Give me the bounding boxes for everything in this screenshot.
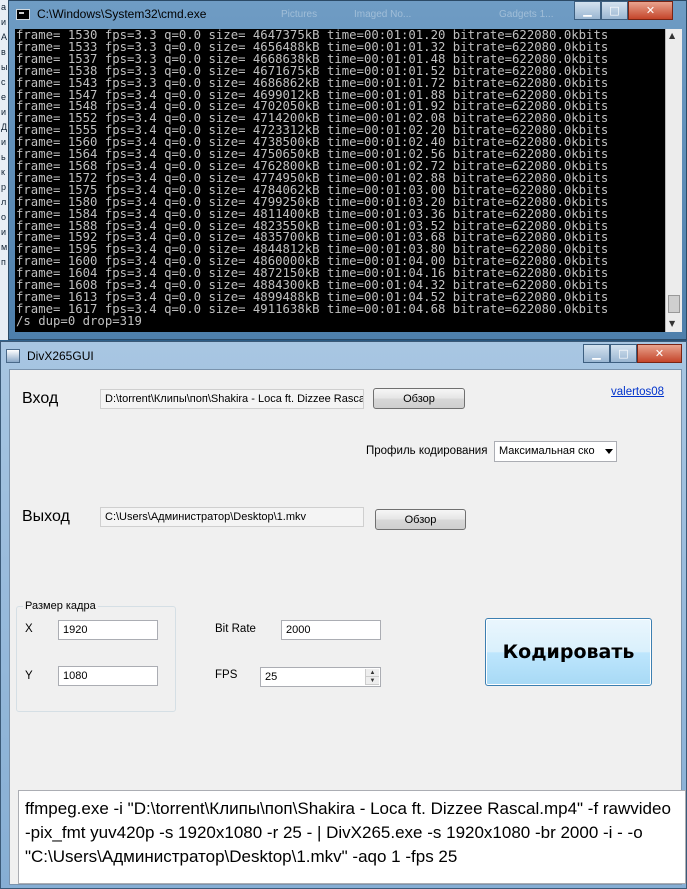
console-icon [16, 9, 30, 20]
desktop-icon-label: м [1, 242, 8, 252]
desktop-icon-strip: аиАвысеиДиькрлоимп [0, 0, 8, 340]
input-label: Вход [22, 390, 59, 407]
fps-label: FPS [215, 669, 238, 681]
maximize-icon: □ [609, 4, 620, 17]
width-input[interactable]: 1920 [58, 620, 158, 640]
y-label: Y [25, 670, 33, 682]
desktop-icon-label: л [1, 197, 7, 207]
desktop-icon-label: о [1, 212, 7, 222]
output-browse-button[interactable]: Обзор [375, 509, 466, 530]
bitrate-label: Bit Rate [215, 623, 256, 635]
desktop-icon-label: с [1, 77, 6, 87]
desktop-icon-label: р [1, 182, 7, 192]
desktop-icon-label: ы [1, 62, 8, 72]
desktop-icon-label: а [1, 2, 7, 12]
maximize-icon: □ [618, 347, 629, 360]
input-path-field[interactable]: D:\torrent\Клипы\поп\Shakira - Loca ft. … [100, 389, 364, 409]
cmd-minimize-button[interactable]: ▁ [574, 1, 601, 20]
desktop-icon-label: е [1, 92, 7, 102]
scroll-down-icon[interactable]: ▼ [669, 319, 675, 328]
desktop-icon-label: и [1, 17, 7, 27]
x-label: X [25, 623, 33, 635]
profile-select[interactable]: Максимальная ско [494, 441, 617, 462]
divx-close-button[interactable]: ✕ [637, 344, 682, 363]
console-text: frame= 1530 fps=3.3 q=0.0 size= 4647375k… [15, 29, 665, 328]
ghost-tab: Pictures [281, 9, 318, 20]
desktop-icon-label: к [1, 167, 5, 177]
height-input[interactable]: 1080 [58, 666, 158, 686]
divx-form: Вход D:\torrent\Клипы\поп\Shakira - Loca… [9, 369, 686, 885]
cmd-window: C:\Windows\System32\cmd.exe Pictures Ima… [8, 0, 687, 340]
minimize-icon: ▁ [592, 347, 601, 360]
ghost-tab: Imaged No... [354, 9, 412, 20]
cmd-window-title: C:\Windows\System32\cmd.exe [37, 7, 207, 21]
desktop-icon-label: и [1, 137, 7, 147]
desktop-icon-label: и [1, 227, 7, 237]
output-label: Выход [22, 508, 70, 525]
cmd-close-button[interactable]: ✕ [628, 1, 673, 20]
input-browse-button[interactable]: Обзор [373, 388, 465, 409]
console-line: /s dup=0 drop=319 [16, 313, 142, 328]
output-path-field[interactable]: C:\Users\Администратор\Desktop\1.mkv [100, 507, 364, 527]
divx-maximize-button[interactable]: □ [610, 344, 637, 363]
desktop-icon-label: А [1, 32, 8, 42]
fps-value: 25 [265, 671, 278, 683]
close-icon: ✕ [645, 4, 656, 17]
encode-button[interactable]: Кодировать [485, 618, 652, 686]
console-output[interactable]: frame= 1530 fps=3.3 q=0.0 size= 4647375k… [15, 29, 665, 332]
fps-spinner[interactable]: ▲ ▼ [365, 669, 379, 685]
desktop-icon-label: ь [1, 152, 6, 162]
divx-minimize-button[interactable]: ▁ [583, 344, 610, 363]
spin-up-icon[interactable]: ▲ [366, 669, 379, 677]
cmd-titlebar[interactable]: C:\Windows\System32\cmd.exe Pictures Ima… [9, 1, 686, 29]
author-link[interactable]: valertos08 [611, 386, 664, 398]
frame-size-group-title: Размер кадра [23, 600, 98, 612]
cmd-maximize-button[interactable]: □ [601, 1, 628, 20]
desktop-icon-label: в [1, 47, 6, 57]
spin-down-icon[interactable]: ▼ [366, 677, 379, 685]
divx-window: DivX265GUI ▁ □ ✕ Вход D:\torrent\Клипы\п… [0, 341, 687, 889]
divx-window-title: DivX265GUI [27, 349, 94, 363]
desktop-icon-label: п [1, 257, 6, 267]
desktop-icon-label: Д [1, 122, 8, 132]
scroll-thumb[interactable] [668, 295, 680, 313]
minimize-icon: ▁ [583, 4, 592, 17]
app-window-icon [6, 349, 20, 363]
close-icon: ✕ [654, 347, 665, 360]
desktop-icon-label: и [1, 107, 7, 117]
command-line-textbox[interactable]: ffmpeg.exe -i "D:\torrent\Клипы\поп\Shak… [18, 790, 686, 884]
fps-stepper[interactable]: 25 ▲ ▼ [260, 667, 381, 687]
console-scrollbar[interactable]: ▲ ▼ [665, 29, 682, 332]
scroll-up-icon[interactable]: ▲ [669, 31, 675, 40]
profile-select-value: Максимальная ско [499, 445, 595, 457]
chevron-down-icon [605, 449, 613, 454]
bitrate-input[interactable]: 2000 [281, 620, 381, 640]
ghost-tab: Gadgets 1... [499, 9, 554, 20]
profile-label: Профиль кодирования [366, 445, 488, 457]
divx-titlebar[interactable]: DivX265GUI ▁ □ ✕ [1, 342, 686, 369]
